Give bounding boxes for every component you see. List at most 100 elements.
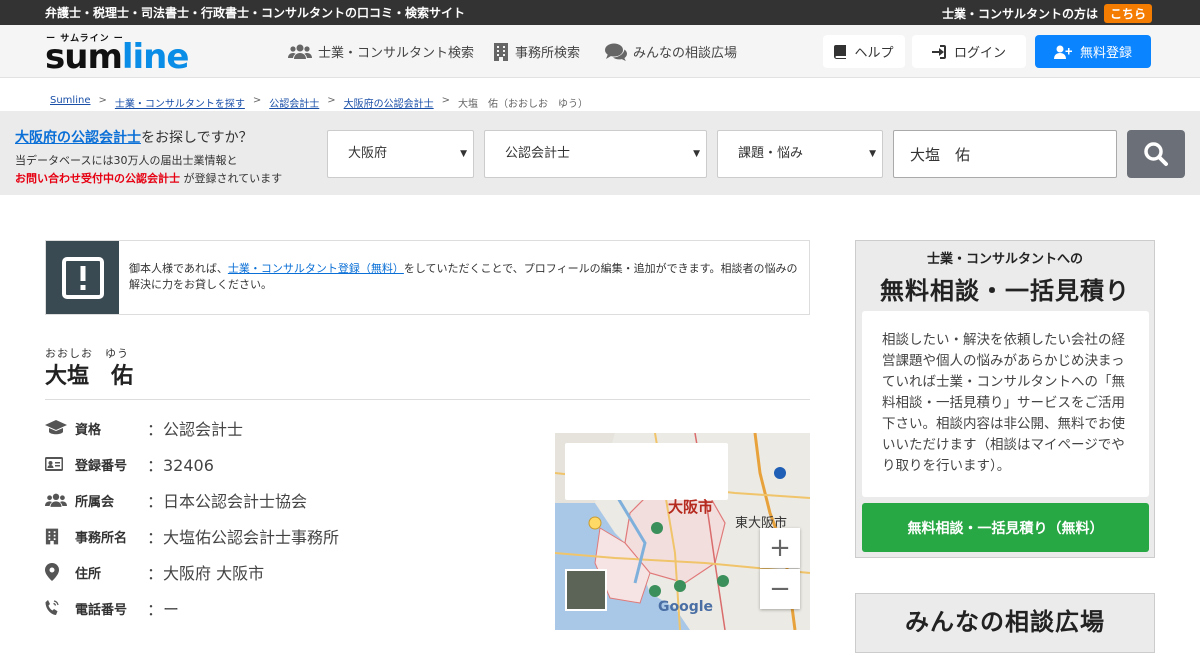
google-logo: Google [658, 599, 714, 615]
nav-consultation-plaza[interactable]: みんなの相談広場 [605, 25, 737, 78]
notice-pre: 御本人様であれば、 [129, 262, 228, 275]
profile-row-office-name: 事務所名 ：大塩佑公認会計士事務所 [45, 518, 525, 554]
profile-value: ：大塩佑公認会計士事務所 [147, 528, 340, 547]
nav-office-search[interactable]: 事務所検索 [493, 25, 580, 78]
help-button[interactable]: ヘルプ [823, 35, 905, 68]
register-button[interactable]: 無料登録 [1035, 35, 1151, 68]
login-label: ログイン [953, 46, 1006, 61]
profile-row-address: 住所 ：大阪府 大阪市 [45, 554, 525, 590]
plaza-card: みんなの相談広場 [855, 593, 1155, 653]
satellite-toggle[interactable] [565, 569, 607, 611]
search-icon [1144, 142, 1168, 166]
map-info-box [565, 443, 728, 500]
search-button[interactable] [1127, 130, 1185, 178]
pro-link-area: 士業・コンサルタントの方は こちら [942, 4, 1152, 23]
logo-part-line: line [121, 37, 190, 77]
chevron-down-icon: ▼ [460, 149, 467, 159]
users-icon [45, 493, 75, 508]
header: ー サムライン ー sumline 士業・コンサルタント検索 事務所検索 みんな… [0, 25, 1200, 78]
user-plus-icon [1053, 45, 1072, 59]
free-consultation-button[interactable]: 無料相談・一括見積り（無料） [862, 503, 1149, 552]
topic-value: 課題・悩み [738, 146, 804, 161]
building-icon [494, 42, 508, 61]
sign-in-icon [931, 44, 946, 59]
prefecture-select[interactable]: 大阪府 ▼ [327, 130, 474, 178]
site-logo[interactable]: ー サムライン ー sumline [45, 31, 190, 77]
users-icon [288, 44, 312, 59]
breadcrumb-link[interactable]: 公認会計士 [269, 95, 319, 110]
search-intro: 大阪府の公認会計士をお探しですか？ 当データベースには30万人の届出士業情報と … [15, 127, 282, 186]
professional-register-link[interactable]: 士業・コンサルタント登録（無料） [228, 262, 404, 275]
exclamation-icon [46, 241, 119, 314]
profile-value: ：公認会計士 [147, 420, 244, 439]
profile-table: 資格 ：公認会計士 登録番号 ：32406 所属会 ：日本公認会計士協会 事務所… [45, 410, 525, 626]
consultation-card: 士業・コンサルタントへの 無料相談・一括見積り 相談したい・解決を依頼したい会社… [855, 240, 1155, 558]
breadcrumb-separator: > [327, 95, 336, 106]
breadcrumb-current: 大塩 佑（おおしお ゆう） [458, 99, 589, 110]
search-band: 大阪府の公認会計士をお探しですか？ 当データベースには30万人の届出士業情報と … [0, 111, 1200, 195]
zoom-out-button[interactable]: − [760, 569, 800, 609]
profile-value: ：32406 [147, 456, 214, 475]
breadcrumb-link[interactable]: 士業・コンサルタントを探す [115, 95, 245, 110]
map-marker-icon [45, 563, 75, 581]
plaza-card-title: みんなの相談広場 [905, 608, 1105, 636]
search-intro-registered: が登録されています [180, 172, 283, 185]
profile-key: 資格 [75, 422, 102, 438]
logo-part-sum: sum [45, 37, 123, 77]
breadcrumb-separator: > [441, 95, 451, 106]
profile-value: ：大阪府 大阪市 [147, 564, 265, 583]
map-city-label: 大阪市 [668, 498, 714, 516]
location-map[interactable]: 大阪市 東大阪市 + − Google [555, 433, 810, 630]
book-icon [834, 44, 847, 59]
divider [45, 399, 810, 400]
profile-value: ：ー [147, 600, 180, 619]
profile-key: 住所 [75, 566, 102, 582]
prefecture-value: 大阪府 [348, 146, 388, 161]
card-description: 相談したい・解決を依頼したい会社の経営課題や個人の悩みがあらかじめ決まっていれば… [862, 311, 1149, 497]
keyword-input[interactable] [893, 130, 1117, 178]
login-button[interactable]: ログイン [912, 35, 1026, 68]
search-intro-question: をお探しですか？ [141, 130, 253, 146]
breadcrumb-separator: > [98, 95, 107, 106]
card-title: 無料相談・一括見積り [880, 277, 1130, 305]
profession-value: 公認会計士 [505, 146, 571, 161]
help-label: ヘルプ [854, 46, 894, 61]
claim-profile-notice: 御本人様であれば、士業・コンサルタント登録（無料）をしていただくことで、プロフィ… [45, 240, 810, 315]
phone-icon [45, 600, 75, 616]
zoom-in-button[interactable]: + [760, 528, 800, 568]
breadcrumb-link[interactable]: 大阪府の公認会計士 [344, 95, 434, 110]
chevron-down-icon: ▼ [869, 149, 876, 159]
site-tagline: 弁護士・税理士・司法書士・行政書士・コンサルタントの口コミ・検索サイト [45, 6, 466, 20]
search-intro-highlight: お問い合わせ受付中の公認会計士 [15, 172, 180, 185]
topic-select[interactable]: 課題・悩み ▼ [717, 130, 883, 178]
card-subtitle: 士業・コンサルタントへの [926, 252, 1083, 267]
search-intro-database: 当データベースには30万人の届出士業情報と [15, 154, 238, 167]
profile-row-phone: 電話番号 ：ー [45, 590, 525, 626]
profile-key: 所属会 [75, 494, 115, 510]
breadcrumb-separator: > [252, 95, 262, 106]
pro-text: 士業・コンサルタントの方は [941, 7, 1098, 21]
breadcrumb: Sumline > 士業・コンサルタントを探す > 公認会計士 > 大阪府の公認… [50, 95, 588, 110]
comments-icon [605, 43, 627, 61]
notice-text: 御本人様であれば、士業・コンサルタント登録（無料）をしていただくことで、プロフィ… [119, 241, 809, 314]
nav-label: 士業・コンサルタント検索 [318, 46, 475, 61]
top-bar: 弁護士・税理士・司法書士・行政書士・コンサルタントの口コミ・検索サイト 士業・コ… [0, 0, 1200, 25]
building-icon [45, 528, 75, 545]
nav-label: 事務所検索 [515, 46, 581, 61]
profile-name: 大塩 佑 [45, 364, 134, 389]
graduation-cap-icon [45, 420, 75, 436]
profile-key: 電話番号 [75, 602, 128, 618]
search-intro-link[interactable]: 大阪府の公認会計士 [15, 130, 141, 146]
profession-select[interactable]: 公認会計士 ▼ [484, 130, 707, 178]
profile-key: 事務所名 [75, 530, 128, 546]
nav-professional-search[interactable]: 士業・コンサルタント検索 [288, 25, 474, 78]
profile-row-registration-number: 登録番号 ：32406 [45, 446, 525, 482]
pro-link-button[interactable]: こちら [1103, 4, 1152, 23]
profile-value: ：日本公認会計士協会 [147, 492, 308, 511]
nav-label: みんなの相談広場 [633, 46, 738, 61]
chevron-down-icon: ▼ [693, 149, 700, 159]
register-label: 無料登録 [1079, 46, 1132, 61]
id-card-icon [45, 457, 75, 471]
breadcrumb-link[interactable]: Sumline [50, 95, 90, 110]
profile-key: 登録番号 [75, 458, 128, 474]
